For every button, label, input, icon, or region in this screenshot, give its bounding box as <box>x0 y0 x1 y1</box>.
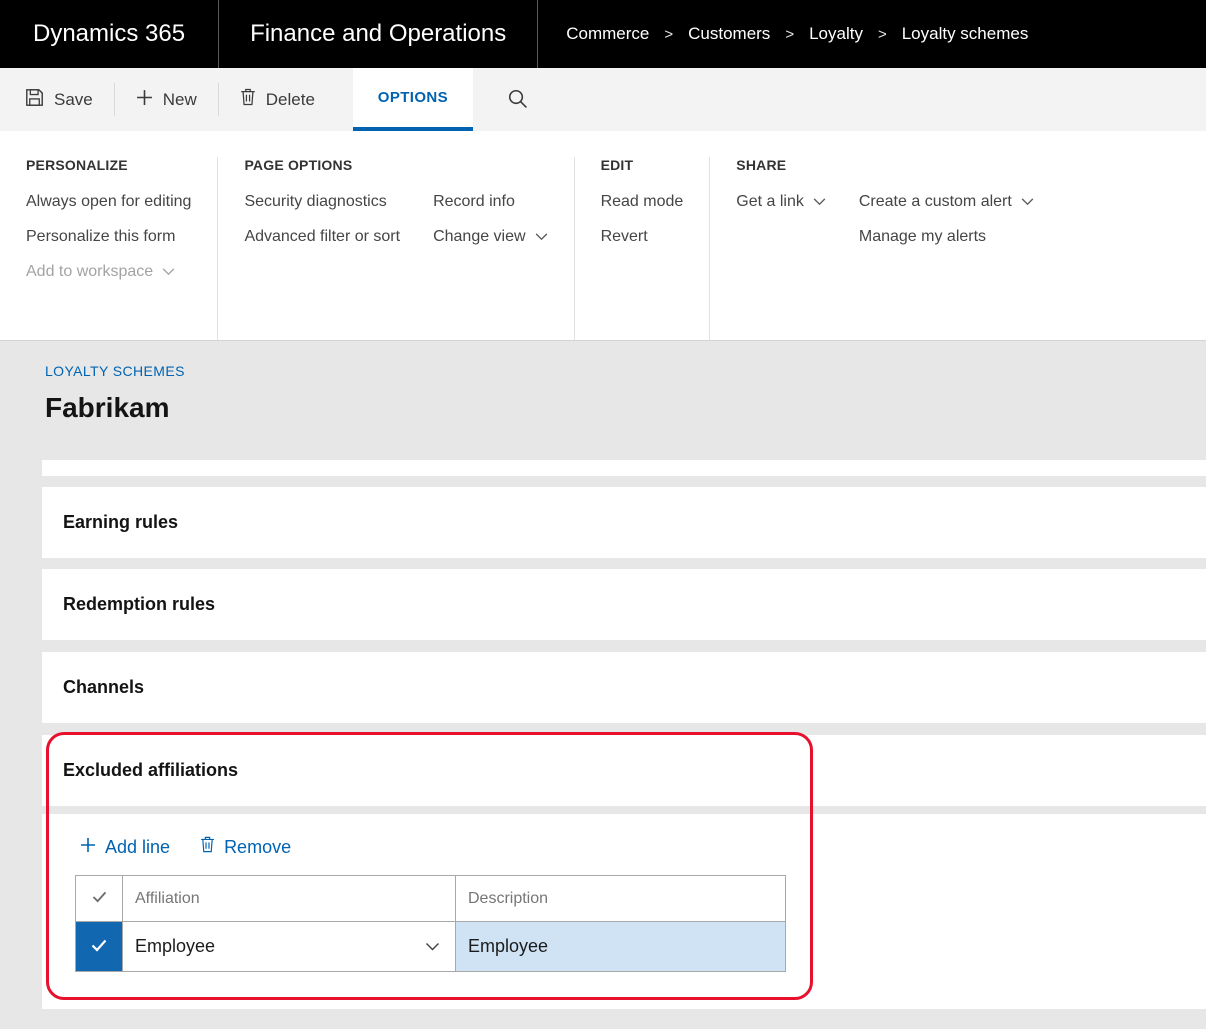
table-header-row: Affiliation Description <box>76 876 786 922</box>
remove-button[interactable]: Remove <box>200 836 291 858</box>
page-options-title: PAGE OPTIONS <box>244 157 547 173</box>
read-mode[interactable]: Read mode <box>601 193 684 211</box>
grid-toolbar: Add line Remove <box>80 836 1206 858</box>
security-diagnostics[interactable]: Security diagnostics <box>244 193 400 211</box>
create-a-custom-alert-label: Create a custom alert <box>859 193 1012 211</box>
section-label: Channels <box>63 677 144 698</box>
trash-icon <box>200 836 215 858</box>
advanced-filter-or-sort-label: Advanced filter or sort <box>244 228 400 246</box>
add-to-workspace[interactable]: Add to workspace <box>26 263 191 281</box>
section-redemption-rules[interactable]: Redemption rules <box>42 569 1206 640</box>
table-row: Employee Employee <box>76 922 786 972</box>
personalize-group: PERSONALIZE Always open for editing Pers… <box>0 157 217 340</box>
chevron-down-icon[interactable] <box>425 942 440 951</box>
share-title: SHARE <box>736 157 1034 173</box>
action-toolbar: Save New Delete OPTIONS <box>0 68 1206 131</box>
remove-label: Remove <box>224 837 291 858</box>
manage-my-alerts-label: Manage my alerts <box>859 228 986 246</box>
select-all-checkbox[interactable] <box>76 876 123 922</box>
affiliation-value: Employee <box>135 936 215 956</box>
record-info[interactable]: Record info <box>433 193 548 211</box>
advanced-filter-or-sort[interactable]: Advanced filter or sort <box>244 228 400 246</box>
personalize-this-form-label: Personalize this form <box>26 228 175 246</box>
search-icon <box>507 88 528 112</box>
chevron-down-icon <box>535 233 548 241</box>
breadcrumb-separator: > <box>664 26 673 43</box>
section-label: Earning rules <box>63 512 178 533</box>
create-a-custom-alert[interactable]: Create a custom alert <box>859 193 1034 211</box>
share-group: SHARE Get a link Create a custom alert <box>709 157 1060 340</box>
page-caption: LOYALTY SCHEMES <box>45 363 1206 379</box>
personalize-title: PERSONALIZE <box>26 157 191 173</box>
check-icon <box>91 936 107 956</box>
section-channels[interactable]: Channels <box>42 652 1206 723</box>
breadcrumb: Commerce > Customers > Loyalty > Loyalty… <box>538 0 1056 68</box>
tab-options[interactable]: OPTIONS <box>353 68 473 131</box>
change-view-label: Change view <box>433 228 526 246</box>
add-to-workspace-label: Add to workspace <box>26 263 153 281</box>
get-a-link-label: Get a link <box>736 193 804 211</box>
new-label: New <box>163 90 197 110</box>
delete-button[interactable]: Delete <box>219 68 336 131</box>
always-open-for-editing[interactable]: Always open for editing <box>26 193 191 211</box>
plus-icon <box>136 89 153 111</box>
record-info-label: Record info <box>433 193 515 211</box>
excluded-affiliations-section: Excluded affiliations Add line Remove <box>42 735 1206 1009</box>
page-options-group: PAGE OPTIONS Security diagnostics Advanc… <box>217 157 573 340</box>
breadcrumb-loyalty[interactable]: Loyalty <box>809 24 863 44</box>
page-content: LOYALTY SCHEMES Fabrikam Earning rules R… <box>0 341 1206 1029</box>
search-button[interactable] <box>485 68 550 131</box>
options-tab-label: OPTIONS <box>378 89 448 106</box>
add-line-label: Add line <box>105 837 170 858</box>
get-a-link[interactable]: Get a link <box>736 193 826 211</box>
save-button[interactable]: Save <box>4 68 114 131</box>
affiliations-table: Affiliation Description Employee <box>75 875 786 972</box>
app-title[interactable]: Dynamics 365 <box>0 0 219 68</box>
security-diagnostics-label: Security diagnostics <box>244 193 386 211</box>
options-panel: PERSONALIZE Always open for editing Pers… <box>0 131 1206 341</box>
chevron-down-icon <box>162 268 175 276</box>
row-checkbox-selected[interactable] <box>76 922 123 972</box>
column-header-description[interactable]: Description <box>456 876 786 922</box>
topbar: Dynamics 365 Finance and Operations Comm… <box>0 0 1206 68</box>
edit-title: EDIT <box>601 157 684 173</box>
section-label: Excluded affiliations <box>63 760 238 781</box>
page-title: Fabrikam <box>45 391 1206 425</box>
breadcrumb-separator: > <box>878 26 887 43</box>
section-earning-rules[interactable]: Earning rules <box>42 487 1206 558</box>
excluded-affiliations-body: Add line Remove <box>42 814 1206 1009</box>
breadcrumb-loyalty-schemes[interactable]: Loyalty schemes <box>902 24 1029 44</box>
collapsed-strip <box>42 460 1206 476</box>
column-header-affiliation[interactable]: Affiliation <box>123 876 456 922</box>
module-title[interactable]: Finance and Operations <box>219 0 538 68</box>
add-line-button[interactable]: Add line <box>80 837 170 858</box>
edit-group: EDIT Read mode Revert <box>574 157 710 340</box>
affiliation-dropdown[interactable]: Employee <box>123 922 456 972</box>
description-field[interactable]: Employee <box>456 922 786 972</box>
read-mode-label: Read mode <box>601 193 684 211</box>
breadcrumb-commerce[interactable]: Commerce <box>566 24 649 44</box>
section-label: Redemption rules <box>63 594 215 615</box>
manage-my-alerts[interactable]: Manage my alerts <box>859 228 1034 246</box>
revert-label: Revert <box>601 228 648 246</box>
delete-label: Delete <box>266 90 315 110</box>
chevron-down-icon <box>1021 198 1034 206</box>
plus-icon <box>80 837 96 858</box>
check-icon <box>92 890 107 907</box>
personalize-this-form[interactable]: Personalize this form <box>26 228 191 246</box>
section-excluded-affiliations[interactable]: Excluded affiliations <box>42 735 1206 806</box>
revert[interactable]: Revert <box>601 228 684 246</box>
always-open-for-editing-label: Always open for editing <box>26 193 191 211</box>
breadcrumb-customers[interactable]: Customers <box>688 24 770 44</box>
trash-icon <box>240 88 256 111</box>
new-button[interactable]: New <box>115 68 218 131</box>
save-icon <box>25 88 44 112</box>
save-label: Save <box>54 90 93 110</box>
chevron-down-icon <box>813 198 826 206</box>
breadcrumb-separator: > <box>785 26 794 43</box>
change-view[interactable]: Change view <box>433 228 548 246</box>
